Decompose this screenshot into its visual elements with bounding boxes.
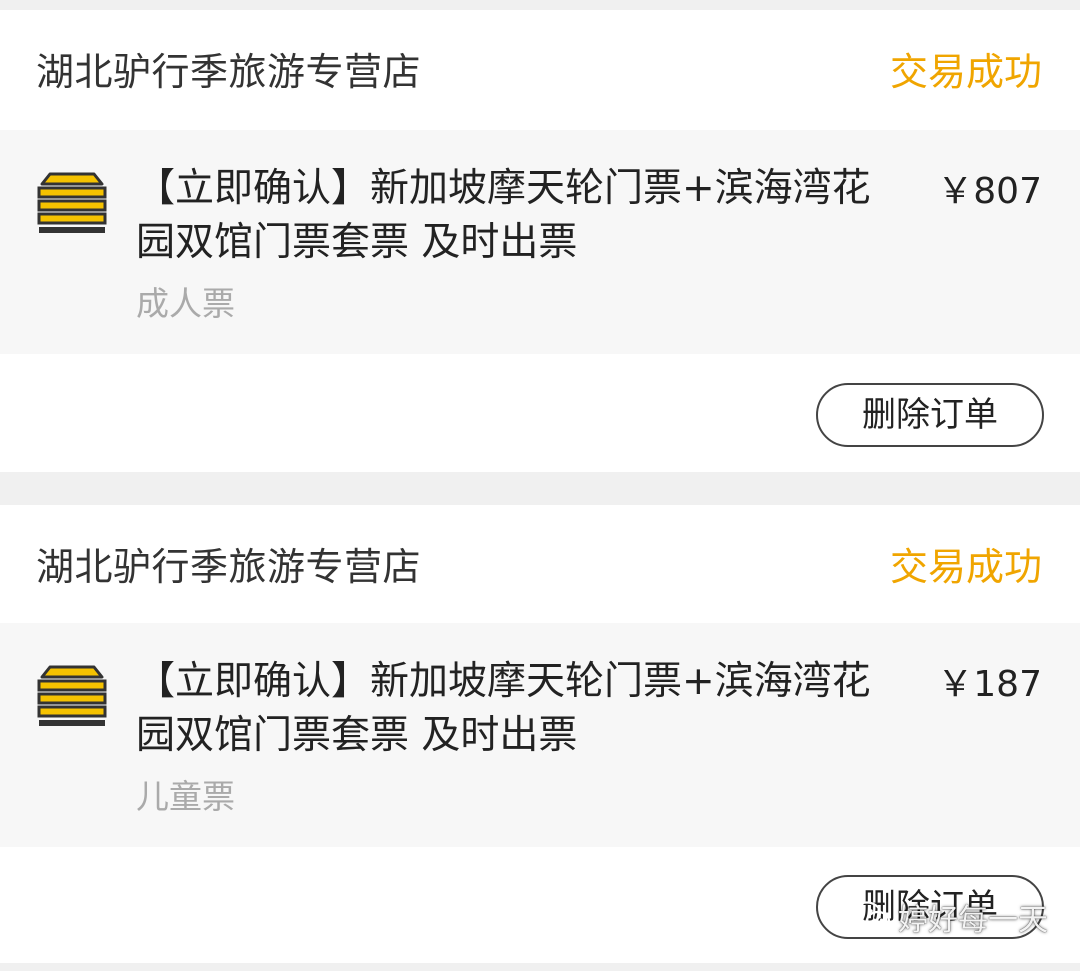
ticket-store-icon: [37, 665, 107, 726]
item-price: ￥807: [937, 171, 1042, 212]
watermark: 婷好每一天: [852, 895, 1048, 939]
ticket-store-icon: [37, 172, 107, 233]
order-list-page: 湖北驴行季旅游专营店 交易成功 【立即确认】新加坡摩天轮门票+滨海湾花园双馆门票…: [0, 0, 1080, 971]
delete-order-button[interactable]: 删除订单: [816, 383, 1044, 447]
order-card: 湖北驴行季旅游专营店 交易成功 【立即确认】新加坡摩天轮门票+滨海湾花园双馆门票…: [0, 10, 1080, 472]
item-spec: 成人票: [136, 284, 235, 323]
store-name[interactable]: 湖北驴行季旅游专营店: [36, 48, 421, 96]
item-title: 【立即确认】新加坡摩天轮门票+滨海湾花园双馆门票套票 及时出票: [136, 659, 871, 758]
order-status: 交易成功: [889, 545, 1042, 589]
order-status: 交易成功: [889, 50, 1042, 94]
order-item[interactable]: 【立即确认】新加坡摩天轮门票+滨海湾花园双馆门票套票 及时出票 ￥807 成人票: [0, 130, 1080, 354]
store-header[interactable]: 湖北驴行季旅游专营店 交易成功: [0, 10, 1080, 130]
store-name[interactable]: 湖北驴行季旅游专营店: [36, 543, 421, 591]
item-title: 【立即确认】新加坡摩天轮门票+滨海湾花园双馆门票套票 及时出票: [136, 166, 871, 265]
order-item[interactable]: 【立即确认】新加坡摩天轮门票+滨海湾花园双馆门票套票 及时出票 ￥187 儿童票: [0, 623, 1080, 847]
item-price: ￥187: [937, 664, 1042, 705]
item-spec: 儿童票: [136, 777, 235, 816]
wechat-icon: [852, 901, 891, 932]
watermark-text: 婷好每一天: [898, 903, 1048, 938]
store-header[interactable]: 湖北驴行季旅游专营店 交易成功: [0, 505, 1080, 625]
